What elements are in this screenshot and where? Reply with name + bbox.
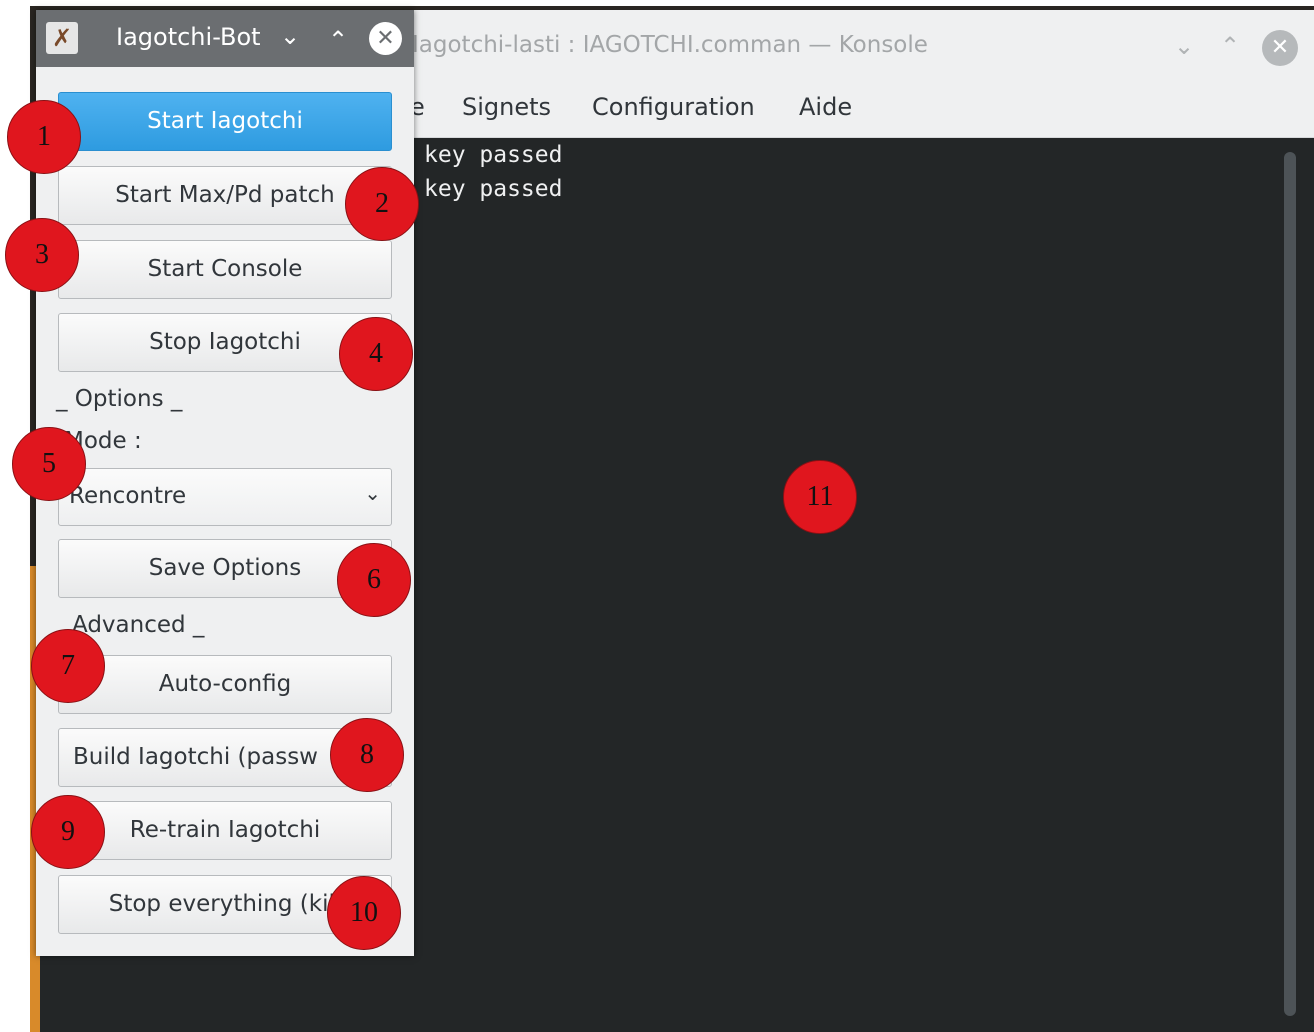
terminal-line: key passed (424, 142, 563, 168)
chevron-down-icon[interactable]: ⌄ (280, 22, 300, 50)
marker-1: 1 (7, 100, 81, 174)
retrain-iagotchi-button[interactable]: Re-train Iagotchi (58, 801, 392, 860)
marker-2: 2 (345, 167, 419, 241)
menu-item-configuration[interactable]: Configuration (592, 93, 755, 121)
start-console-button[interactable]: Start Console (58, 240, 392, 299)
marker-11: 11 (783, 460, 857, 534)
auto-config-button[interactable]: Auto-config (58, 655, 392, 714)
marker-8: 8 (330, 718, 404, 792)
mode-select-value: Rencontre (69, 483, 187, 509)
close-icon[interactable]: ✕ (369, 22, 402, 55)
terminal-scrollbar[interactable] (1284, 152, 1296, 1016)
chevron-up-icon[interactable]: ⌃ (1220, 32, 1240, 60)
mode-select[interactable]: Rencontre ⌄ (58, 468, 392, 526)
chevron-down-icon[interactable]: ⌄ (1174, 32, 1194, 60)
start-patch-button[interactable]: Start Max/Pd patch (58, 166, 392, 225)
menu-item-aide[interactable]: Aide (799, 93, 852, 121)
konsole-title: Iagotchi-lasti : IAGOTCHI.comman — Konso… (412, 32, 928, 58)
marker-4: 4 (339, 317, 413, 391)
chevron-up-icon[interactable]: ⌃ (328, 26, 348, 54)
marker-6: 6 (337, 543, 411, 617)
marker-9: 9 (31, 795, 105, 869)
marker-7: 7 (31, 629, 105, 703)
start-iagotchi-button[interactable]: Start Iagotchi (58, 92, 392, 151)
marker-5: 5 (12, 427, 86, 501)
terminal-line: key passed (424, 176, 563, 202)
marker-10: 10 (327, 876, 401, 950)
bot-title: Iagotchi-Bot (116, 23, 261, 51)
close-icon[interactable]: ✕ (1262, 30, 1298, 66)
chevron-down-icon: ⌄ (364, 481, 381, 505)
app-icon: ✗ (46, 22, 78, 54)
menu-item-signets[interactable]: Signets (462, 93, 551, 121)
bot-titlebar[interactable]: ✗ Iagotchi-Bot ⌄ ⌃ ✕ (36, 10, 414, 67)
marker-3: 3 (5, 218, 79, 292)
advanced-heading: Advanced _ (72, 612, 205, 638)
options-heading: _ Options _ (56, 386, 183, 412)
